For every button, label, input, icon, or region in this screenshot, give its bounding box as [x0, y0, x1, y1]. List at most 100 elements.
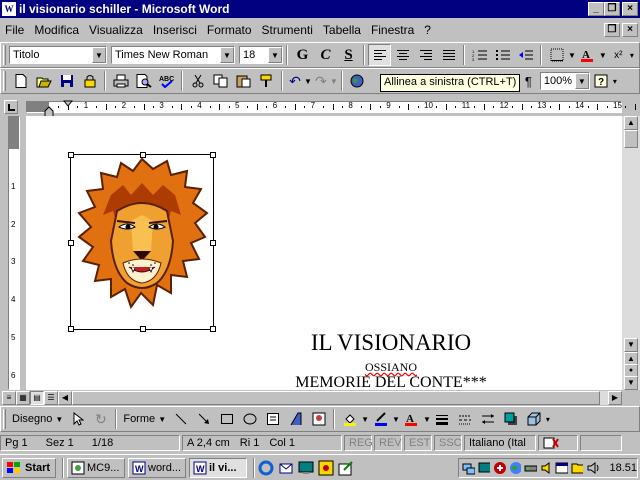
paste-button[interactable]	[232, 70, 255, 92]
numbered-list-button[interactable]: 123	[468, 44, 491, 66]
selected-image[interactable]	[68, 152, 216, 332]
resize-handle[interactable]	[68, 152, 74, 158]
copy-button[interactable]	[209, 70, 232, 92]
bullet-list-button[interactable]	[491, 44, 514, 66]
status-ovr[interactable]: SSC	[434, 435, 462, 451]
toolbar-grip[interactable]	[3, 45, 6, 65]
close-button[interactable]: ×	[622, 2, 638, 16]
rectangle-button[interactable]	[215, 408, 238, 430]
tray-speaker-icon[interactable]	[586, 461, 599, 475]
hyperlink-button[interactable]	[346, 70, 369, 92]
chevron-down-icon[interactable]: ▼	[574, 73, 589, 89]
word-app-icon[interactable]: W	[2, 2, 16, 16]
fill-color-button[interactable]	[338, 408, 361, 430]
text-box-button[interactable]	[261, 408, 284, 430]
outlook-icon[interactable]	[278, 460, 294, 476]
bold-button[interactable]: G	[291, 44, 314, 66]
horizontal-scrollbar[interactable]: ◀ ▶	[58, 391, 622, 405]
more-buttons-icon[interactable]: ▾	[546, 415, 550, 424]
menu-modifica[interactable]: Modifica	[29, 23, 84, 37]
document-line[interactable]: MEMORIE DEL CONTE***	[246, 374, 536, 390]
print-preview-button[interactable]	[132, 70, 155, 92]
dash-style-button[interactable]	[454, 408, 477, 430]
new-document-button[interactable]	[9, 70, 32, 92]
resize-handle[interactable]	[140, 152, 146, 158]
menu-tabella[interactable]: Tabella	[318, 23, 366, 37]
chevron-down-icon[interactable]: ▼	[268, 47, 282, 63]
format-painter-button[interactable]	[255, 70, 278, 92]
draw-font-color-button[interactable]: A	[400, 408, 423, 430]
open-button[interactable]	[32, 70, 55, 92]
cut-button[interactable]	[186, 70, 209, 92]
document-title[interactable]: IL VISIONARIO	[246, 330, 536, 356]
menu-finestra[interactable]: Finestra	[366, 23, 419, 37]
scroll-right-button[interactable]: ▶	[608, 391, 622, 405]
tray-antivirus-icon[interactable]	[493, 461, 506, 475]
resize-handle[interactable]	[210, 326, 216, 332]
doc-close-button[interactable]: ×	[622, 23, 638, 37]
free-rotate-button[interactable]: ↻	[89, 408, 112, 430]
line-style-button[interactable]	[431, 408, 454, 430]
save-button[interactable]	[55, 70, 78, 92]
tray-scheduler-icon[interactable]	[555, 461, 568, 475]
menu-file[interactable]: File	[0, 23, 29, 37]
insert-clipart-button[interactable]	[307, 408, 330, 430]
status-cursor-group[interactable]: A 2,4 cm Ri 1 Col 1	[182, 435, 342, 451]
border-button[interactable]	[545, 44, 568, 66]
vertical-scrollbar[interactable]: ▲ ▼ ▲ ● ▼	[622, 116, 640, 390]
status-language[interactable]: Italiano (Ital	[464, 435, 536, 451]
oval-button[interactable]	[238, 408, 261, 430]
toolbar-grip[interactable]	[3, 71, 6, 91]
scroll-down-button[interactable]: ▼	[624, 338, 638, 352]
desktop-icon[interactable]	[298, 460, 314, 476]
web-layout-button[interactable]: ▦	[16, 391, 30, 405]
tray-network-icon[interactable]	[462, 461, 475, 475]
font-select[interactable]: Times New Roman ▼	[111, 46, 235, 64]
start-button[interactable]: Start	[2, 457, 56, 478]
italic-button[interactable]: C	[314, 44, 337, 66]
tab-selector[interactable]	[4, 100, 18, 114]
ruler-scale[interactable]: 12345678910111213141516	[26, 100, 636, 113]
tray-volume-icon[interactable]	[540, 461, 553, 475]
chevron-down-icon[interactable]: ▼	[599, 51, 607, 60]
next-page-button[interactable]: ▼	[624, 376, 638, 390]
zoom-select[interactable]: 100% ▼	[539, 72, 590, 90]
style-select[interactable]: Titolo ▼	[9, 46, 107, 64]
edit-icon[interactable]	[338, 460, 354, 476]
wordart-button[interactable]	[284, 408, 307, 430]
draw-menu[interactable]: Disegno ▼	[9, 413, 66, 425]
status-ext[interactable]: EST	[404, 435, 432, 451]
menu-visualizza[interactable]: Visualizza	[84, 23, 148, 37]
chevron-down-icon[interactable]: ▼	[304, 77, 312, 86]
toolbar-grip[interactable]	[3, 409, 6, 429]
superscript-button[interactable]: x²	[607, 44, 630, 66]
autoshapes-menu[interactable]: Forme ▼	[120, 413, 169, 425]
resize-handle[interactable]	[68, 326, 74, 332]
print-layout-button[interactable]: ▤	[30, 391, 44, 405]
menu-inserisci[interactable]: Inserisci	[148, 23, 202, 37]
doc-restore-button[interactable]: ❐	[604, 23, 620, 37]
scroll-thumb[interactable]	[72, 391, 600, 405]
line-button[interactable]	[169, 408, 192, 430]
resize-handle[interactable]	[140, 326, 146, 332]
status-position-group[interactable]: Pg 1 Sez 1 1/18	[0, 435, 180, 451]
undo-button[interactable]: ↶	[286, 70, 304, 92]
document-subtitle[interactable]: OSSIANO	[246, 360, 536, 375]
help-button[interactable]: ?	[590, 70, 613, 92]
align-left-button[interactable]	[368, 44, 391, 66]
horizontal-ruler[interactable]: 12345678910111213141516	[0, 98, 640, 118]
more-buttons-icon[interactable]: ▾	[613, 77, 617, 86]
chevron-down-icon[interactable]: ▼	[392, 415, 400, 424]
minimize-button[interactable]: _	[588, 2, 604, 16]
menu-formato[interactable]: Formato	[202, 23, 257, 37]
align-center-button[interactable]	[391, 44, 414, 66]
outline-view-button[interactable]: ☰	[44, 391, 58, 405]
document-page[interactable]: IL VISIONARIO OSSIANO MEMORIE DEL CONTE*…	[26, 116, 622, 390]
more-buttons-icon[interactable]: ▾	[630, 51, 634, 60]
3d-button[interactable]	[523, 408, 546, 430]
align-right-button[interactable]	[414, 44, 437, 66]
status-rev[interactable]: REV	[374, 435, 402, 451]
normal-view-button[interactable]: ≡	[2, 391, 16, 405]
font-size-select[interactable]: 18 ▼	[239, 46, 283, 64]
arrow-button[interactable]	[192, 408, 215, 430]
